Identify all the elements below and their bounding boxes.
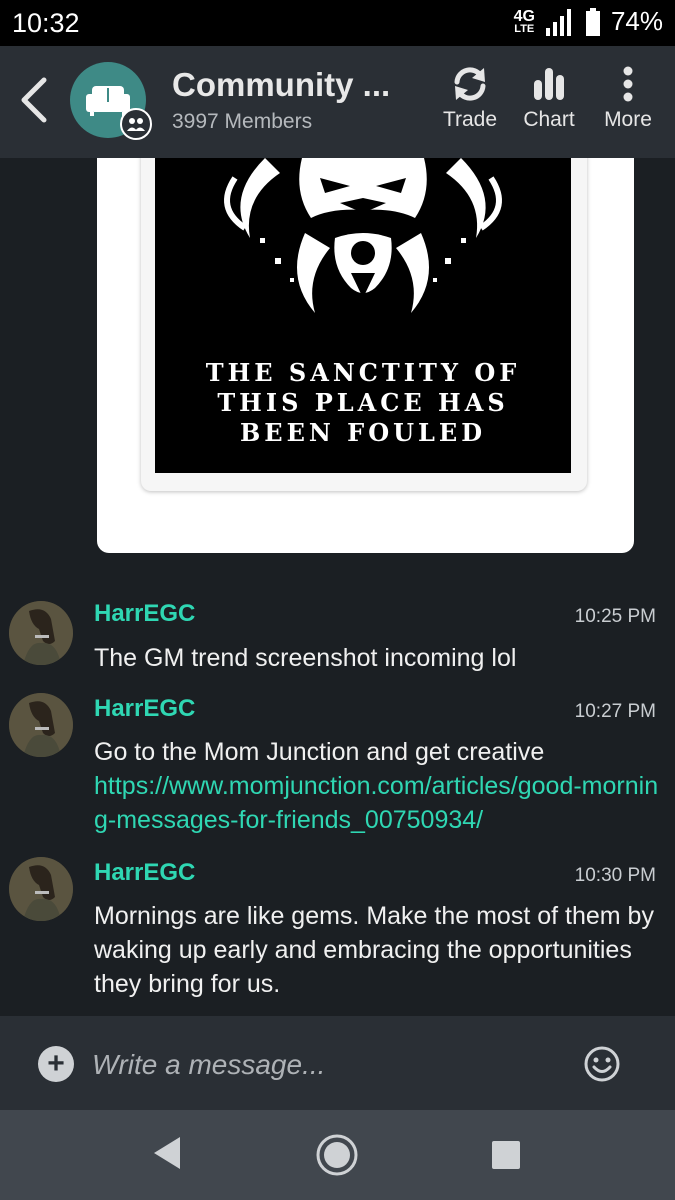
demon-illustration <box>224 158 502 313</box>
group-badge <box>120 108 152 140</box>
image-message-card[interactable]: THE SANCTITY OF THIS PLACE HAS BEEN FOUL… <box>97 158 634 553</box>
message-username[interactable]: HarrEGC <box>94 695 195 723</box>
back-arrow-icon[interactable] <box>14 74 54 126</box>
message-list[interactable]: THE SANCTITY OF THIS PLACE HAS BEEN FOUL… <box>0 158 675 1016</box>
signal-icon <box>545 8 571 36</box>
bar-chart-icon <box>534 68 564 100</box>
chat-header: Community ... 3997 Members Trade Chart M… <box>0 46 675 158</box>
community-avatar[interactable] <box>70 62 152 140</box>
more-button[interactable]: More <box>588 66 668 146</box>
meme-image[interactable]: THE SANCTITY OF THIS PLACE HAS BEEN FOUL… <box>155 158 571 473</box>
message-username[interactable]: HarrEGC <box>94 600 195 628</box>
user-avatar[interactable] <box>9 857 73 921</box>
user-avatar[interactable] <box>9 693 73 757</box>
chart-button[interactable]: Chart <box>509 66 589 146</box>
network-indicator: 4G LTE <box>513 7 535 35</box>
more-label: More <box>604 108 652 131</box>
add-attachment-button[interactable]: + <box>38 1046 74 1082</box>
message-link[interactable]: https://www.momjunction.com/articles/goo… <box>94 769 664 837</box>
network-type: 4G <box>513 7 535 25</box>
message-text: The GM trend screenshot incoming lol <box>94 644 517 672</box>
battery-icon <box>585 7 600 36</box>
refresh-icon <box>454 67 486 101</box>
nav-recents-icon[interactable] <box>492 1141 520 1169</box>
trade-label: Trade <box>442 108 498 131</box>
image-frame: THE SANCTITY OF THIS PLACE HAS BEEN FOUL… <box>141 158 587 491</box>
status-time: 10:32 <box>12 8 80 38</box>
battery-percent: 74% <box>610 6 663 36</box>
horse-avatar-icon <box>9 601 73 665</box>
horse-avatar-icon <box>9 693 73 757</box>
meme-caption-line: BEEN FOULED <box>239 418 487 447</box>
group-icon <box>127 118 145 131</box>
community-title[interactable]: Community ... <box>172 66 400 104</box>
nav-home-icon[interactable] <box>315 1133 359 1177</box>
message-body: Go to the Mom Junction and get creative … <box>94 735 664 837</box>
message-text: Go to the Mom Junction and get creative <box>94 738 545 766</box>
status-bar: 10:32 4G LTE 74% <box>0 0 675 46</box>
message-username[interactable]: HarrEGC <box>94 859 195 887</box>
chart-label: Chart <box>523 108 575 131</box>
meme-caption: THE SANCTITY OF THIS PLACE HAS BEEN FOUL… <box>155 358 571 448</box>
message-timestamp: 10:27 PM <box>574 701 656 722</box>
meme-caption-line: THE SANCTITY OF <box>205 358 521 387</box>
user-avatar[interactable] <box>9 601 73 665</box>
trade-button[interactable]: Trade <box>430 66 510 146</box>
system-nav-bar <box>0 1110 675 1200</box>
member-count: 3997 Members <box>172 110 313 133</box>
message-composer: + <box>0 1016 675 1110</box>
horse-avatar-icon <box>9 857 73 921</box>
emoji-icon[interactable] <box>583 1045 621 1083</box>
nav-back-icon[interactable] <box>152 1135 182 1171</box>
status-icons: 4G LTE 74% <box>514 6 663 37</box>
message-timestamp: 10:25 PM <box>574 606 656 627</box>
message-text: Mornings are like gems. Make the most of… <box>94 902 654 998</box>
message-timestamp: 10:30 PM <box>574 865 656 886</box>
network-subtype: LTE <box>514 22 535 35</box>
more-vertical-icon <box>623 66 633 102</box>
message-input[interactable] <box>92 1044 552 1086</box>
meme-caption-line: THIS PLACE HAS <box>217 388 509 417</box>
